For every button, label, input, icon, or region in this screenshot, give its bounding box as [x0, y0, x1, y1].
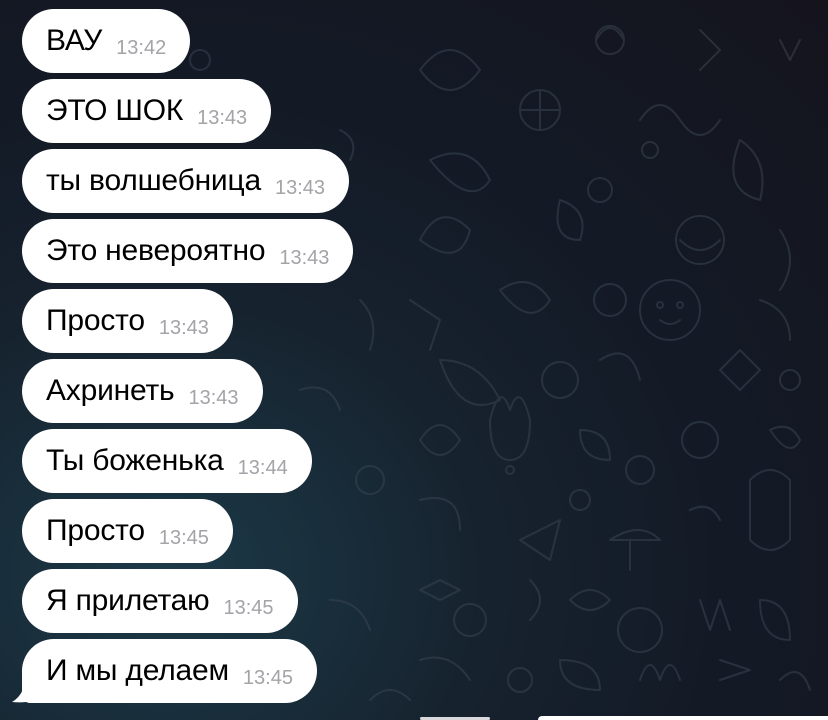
message-time: 13:45: [242, 666, 293, 689]
next-message-edge: [538, 716, 828, 720]
message-list[interactable]: ВАУ 13:42 ЭТО ШОК 13:43 ты волшебница 13…: [0, 0, 828, 720]
message-bubble[interactable]: Просто 13:45: [22, 499, 233, 563]
message-text: Просто: [46, 514, 145, 547]
message-time: 13:45: [158, 526, 209, 549]
message-bubble[interactable]: И мы делаем 13:45: [22, 639, 317, 703]
message-text: ЭТО ШОК: [46, 94, 184, 127]
message-time: 13:43: [188, 386, 239, 409]
message-bubble[interactable]: Просто 13:43: [22, 289, 233, 353]
message-bubble[interactable]: Это невероятно 13:43: [22, 219, 354, 283]
message-time: 13:42: [116, 36, 167, 59]
message-time: 13:43: [279, 246, 330, 269]
message-text: Просто: [46, 304, 145, 337]
message-text: Ахринеть: [46, 374, 175, 407]
message-time: 13:43: [197, 106, 248, 129]
message-bubble[interactable]: ты волшебница 13:43: [22, 149, 350, 213]
message-bubble[interactable]: ЭТО ШОК 13:43: [22, 79, 272, 143]
message-text: Это невероятно: [46, 234, 266, 267]
message-bubble[interactable]: Я прилетаю 13:45: [22, 569, 298, 633]
message-text: И мы делаем: [46, 654, 229, 687]
message-time: 13:44: [237, 456, 288, 479]
message-bubble[interactable]: Ты боженька 13:44: [22, 429, 312, 493]
message-text: ты волшебница: [46, 164, 261, 197]
message-bubble[interactable]: ВАУ 13:42: [22, 9, 191, 73]
message-time: 13:43: [158, 316, 209, 339]
message-text: Ты боженька: [46, 444, 224, 477]
message-bubble[interactable]: Ахринеть 13:43: [22, 359, 263, 423]
message-time: 13:45: [223, 596, 274, 619]
message-text: Я прилетаю: [46, 584, 210, 617]
message-time: 13:43: [274, 176, 326, 199]
message-text: ВАУ: [46, 24, 103, 57]
